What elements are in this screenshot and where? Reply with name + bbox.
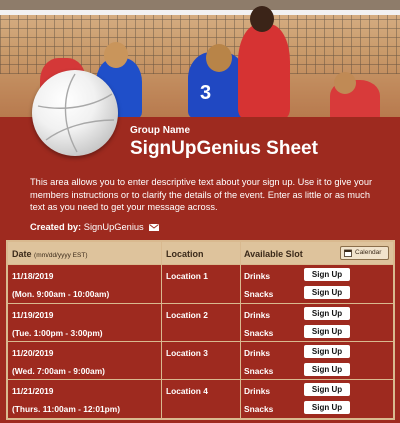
player-head [334,72,356,94]
col-date-hint: (mm/dd/yyyy EST) [34,252,88,259]
volleyball-logo [32,70,118,156]
slot-snacks: Snacks [244,404,274,414]
sheet-description: This area allows you to enter descriptiv… [30,177,373,213]
slot-drinks: Drinks [244,310,271,320]
signup-button[interactable]: Sign Up [304,383,350,396]
signup-button[interactable]: Sign Up [304,268,350,281]
signup-button[interactable]: Sign Up [304,325,350,338]
mail-icon[interactable] [149,224,160,231]
row-time: (Thurs. 11:00am - 12:01pm) [12,404,120,414]
row-location: Location 1 [166,271,208,281]
player-head [206,44,232,72]
created-by-label: Created by: [30,222,82,232]
player-head [250,6,274,32]
calendar-button[interactable]: Calendar [340,246,389,260]
row-time: (Tue. 1:00pm - 3:00pm) [12,328,103,338]
slot-snacks: Snacks [244,366,274,376]
player-red-jumping [238,24,290,117]
calendar-label: Calendar [355,249,382,256]
col-header-slot: Available Slot [244,249,303,259]
row-location: Location 3 [166,348,208,358]
net-tape [0,10,400,15]
created-by-name[interactable]: SignUpGenius [84,222,144,232]
row-date: 11/20/2019 [12,348,54,358]
signup-button[interactable]: Sign Up [304,401,350,414]
slot-drinks: Drinks [244,386,271,396]
slot-drinks: Drinks [244,348,271,358]
signup-button[interactable]: Sign Up [304,286,350,299]
signup-button[interactable]: Sign Up [304,363,350,376]
signup-button[interactable]: Sign Up [304,345,350,358]
created-by: Created by: SignUpGenius [30,222,160,232]
volleyball-icon [37,73,115,153]
table-row: 11/20/2019 (Wed. 7:00am - 9:00am) Locati… [8,341,393,379]
col-date-label: Date [12,249,32,259]
row-date: 11/19/2019 [12,310,54,320]
signup-table: Date (mm/dd/yyyy EST) Location Available… [6,240,395,420]
col-header-date: Date (mm/dd/yyyy EST) [12,249,87,259]
row-time: (Wed. 7:00am - 9:00am) [12,366,105,376]
row-location: Location 4 [166,386,208,396]
row-date: 11/18/2019 [12,271,54,281]
slot-snacks: Snacks [244,328,274,338]
page-title: SignUpGenius Sheet [130,138,318,159]
calendar-icon [344,249,352,257]
jersey-number: 3 [200,82,212,104]
table-row: 11/19/2019 (Tue. 1:00pm - 3:00pm) Locati… [8,303,393,341]
row-location: Location 2 [166,310,208,320]
signup-button[interactable]: Sign Up [304,307,350,320]
table-row: 11/18/2019 (Mon. 9:00am - 10:00am) Locat… [8,264,393,302]
row-time: (Mon. 9:00am - 10:00am) [12,289,110,299]
table-row: 11/21/2019 (Thurs. 11:00am - 12:01pm) Lo… [8,379,393,417]
group-name: Group Name [130,125,191,136]
col-header-location: Location [166,249,204,259]
player-head [104,42,128,68]
row-date: 11/21/2019 [12,386,54,396]
slot-drinks: Drinks [244,271,271,281]
slot-snacks: Snacks [244,289,274,299]
table-header: Date (mm/dd/yyyy EST) Location Available… [8,242,393,264]
